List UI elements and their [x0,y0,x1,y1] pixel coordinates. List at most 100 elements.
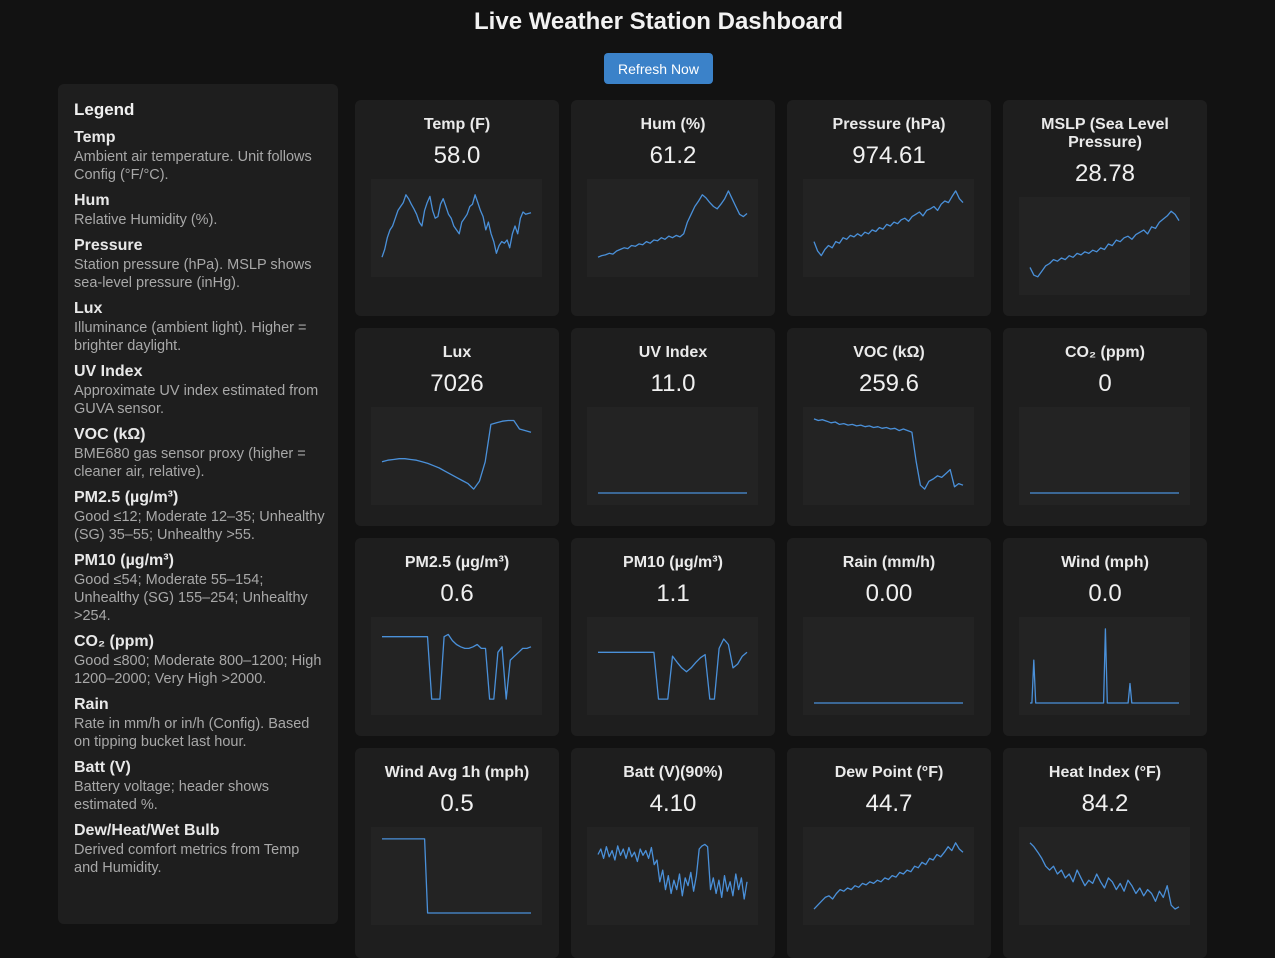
legend-item-name: Temp [74,129,116,146]
metric-value: 974.61 [852,142,926,169]
metric-card-heatindex: Heat Index (°F) 84.2 [1003,748,1207,958]
metric-card-rain: Rain (mm/h) 0.00 [787,538,991,736]
sparkline-chart [1019,407,1190,505]
metric-value: 259.6 [858,370,920,397]
sparkline-series [381,419,532,490]
refresh-now-button[interactable]: Refresh Now [604,53,713,84]
sparkline-chart [371,617,542,715]
metric-value: 61.2 [649,142,697,169]
sparkline-series [1029,842,1180,910]
metric-label: Wind (mph) [1061,554,1149,571]
metric-value: 44.7 [865,790,913,817]
metric-label: Hum (%) [640,116,706,133]
legend-item-description: Approximate UV index estimated from GUVA… [74,383,319,417]
sparkline-chart [803,179,974,277]
metric-label: Batt (V)(90%) [623,764,723,781]
legend-item-name: UV Index [74,363,143,380]
metric-value: 58.0 [433,142,481,169]
legend-item: Dew/Heat/Wet Bulb Derived comfort metrics… [74,821,322,877]
legend-item-name: Lux [74,300,103,317]
legend-item: PM10 (µg/m³) Good ≤54; Moderate 55–154; U… [74,551,322,625]
metric-value: 0.0 [1088,580,1122,607]
legend-item: UV Index Approximate UV index estimated f… [74,362,322,418]
sparkline-chart [1019,617,1190,715]
legend-item-description: Good ≤54; Moderate 55–154; Unhealthy (SG… [74,572,308,624]
metric-card-voc: VOC (kΩ) 259.6 [787,328,991,526]
legend-item-name: CO₂ (ppm) [74,633,154,650]
sparkline-series [813,190,964,257]
metric-value: 0.00 [865,580,913,607]
metric-label: MSLP (Sea Level Pressure) [1041,116,1169,151]
metric-card-dewpoint: Dew Point (°F) 44.7 [787,748,991,958]
legend-item: Batt (V) Battery voltage; header shows es… [74,758,322,814]
metric-card-wind: Wind (mph) 0.0 [1003,538,1207,736]
legend-item-description: Battery voltage; header shows estimated … [74,779,270,813]
metric-label: Dew Point (°F) [834,764,944,781]
legend-item-name: Hum [74,192,110,209]
metric-card-mslp: MSLP (Sea Level Pressure) 28.78 [1003,100,1207,316]
page-title: Live Weather Station Dashboard [474,8,843,35]
legend-item: PM2.5 (µg/m³) Good ≤12; Moderate 12–35; U… [74,488,325,544]
sparkline-series [382,838,531,914]
metric-label: Wind Avg 1h (mph) [384,764,530,781]
metric-value: 11.0 [650,370,696,397]
legend-item-description: Ambient air temperature. Unit follows Co… [74,149,312,183]
metric-label: Lux [442,344,472,361]
sparkline-chart [587,617,758,715]
sparkline-chart [1019,197,1190,295]
metric-label: UV Index [638,344,708,361]
metric-label: PM10 (µg/m³) [623,554,723,571]
sparkline-series [381,194,532,258]
metric-card-co2: CO₂ (ppm) 0 [1003,328,1207,526]
sparkline-series [813,418,964,490]
legend-item: CO₂ (ppm) Good ≤800; Moderate 800–1200; H… [74,632,322,688]
legend-item-description: Good ≤800; Moderate 800–1200; High 1200–… [74,653,322,687]
sparkline-chart [587,179,758,277]
legend-item-name: PM2.5 (µg/m³) [74,489,179,506]
legend-item-name: VOC (kΩ) [74,426,146,443]
sparkline-series [598,638,748,700]
legend-panel: Legend Temp Ambient air temperature. Unit… [58,84,338,924]
legend-item-description: Rate in mm/h or in/h (Config). Based on … [74,716,310,750]
metric-label: Temp (F) [423,116,491,133]
legend-item: Pressure Station pressure (hPa). MSLP sho… [74,236,322,292]
metric-value: 28.78 [1074,160,1136,187]
legend-item-name: Batt (V) [74,759,131,776]
sparkline-chart [803,617,974,715]
legend-item: Hum Relative Humidity (%). [74,191,322,229]
metric-value: 84.2 [1081,790,1129,817]
metric-value: 4.10 [649,790,697,817]
sparkline-series [813,842,964,910]
metric-value: 0.5 [440,790,474,817]
legend-item: Temp Ambient air temperature. Unit follow… [74,128,322,184]
metric-value: 0 [1098,370,1112,397]
metric-value: 7026 [430,370,484,397]
metric-card-windavg: Wind Avg 1h (mph) 0.5 [355,748,559,958]
sparkline-chart [371,407,542,505]
metric-card-lux: Lux 7026 [355,328,559,526]
legend-item: Rain Rate in mm/h or in/h (Config). Based… [74,695,322,751]
metric-value: 1.1 [656,580,690,607]
legend-item-description: BME680 gas sensor proxy (higher = cleane… [74,446,306,480]
legend-item: Lux Illuminance (ambient light). Higher =… [74,299,322,355]
legend-item-name: Dew/Heat/Wet Bulb [74,822,220,839]
metric-card-pm10: PM10 (µg/m³) 1.1 [571,538,775,736]
sparkline-chart [371,827,542,925]
legend-item: VOC (kΩ) BME680 gas sensor proxy (higher … [74,425,322,481]
metric-card-pressure: Pressure (hPa) 974.61 [787,100,991,316]
metric-label: Rain (mm/h) [842,554,936,571]
metric-card-hum: Hum (%) 61.2 [571,100,775,316]
sparkline-chart [587,407,758,505]
legend-item-name: Rain [74,696,109,713]
sparkline-chart [1019,827,1190,925]
legend-item-name: PM10 (µg/m³) [74,552,174,569]
sparkline-chart [371,179,542,277]
metric-label: Heat Index (°F) [1048,764,1162,781]
sparkline-series [1030,628,1179,704]
metric-card-temp: Temp (F) 58.0 [355,100,559,316]
sparkline-series [597,843,748,900]
metric-label: Pressure (hPa) [832,116,946,133]
legend-item-description: Good ≤12; Moderate 12–35; Unhealthy (SG)… [74,509,325,543]
sparkline-chart [587,827,758,925]
sparkline-chart [803,827,974,925]
